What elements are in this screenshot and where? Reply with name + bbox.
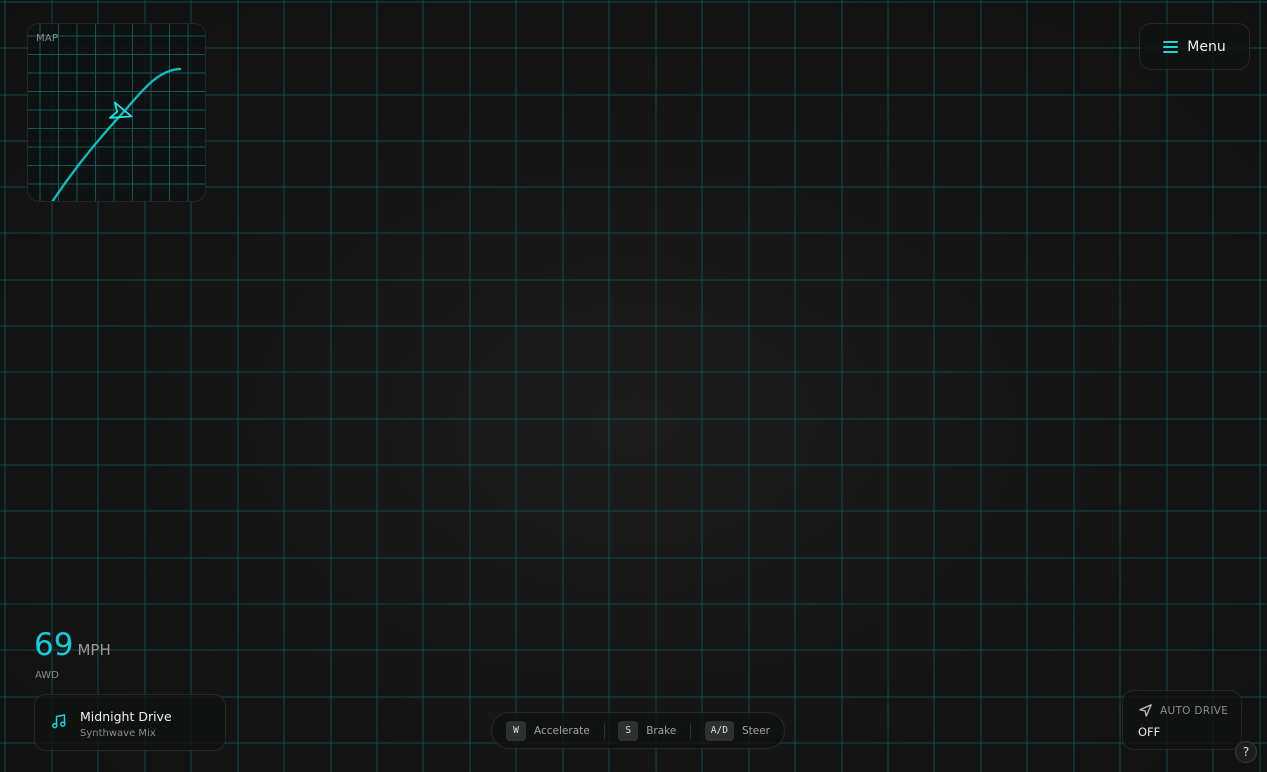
drive-mode: AWD (35, 670, 59, 681)
speed-value: 69 (34, 627, 74, 663)
auto-drive-state: OFF (1138, 725, 1161, 739)
music-note-icon (52, 714, 66, 729)
minimap-label: MAP (36, 33, 59, 44)
help-button[interactable]: ? (1235, 741, 1257, 763)
key-w: W (506, 720, 526, 741)
control-accelerate: W Accelerate (506, 720, 590, 741)
key-s: S (618, 720, 639, 741)
control-steer: A/D Steer (704, 720, 770, 741)
game-viewport[interactable]: MAP Menu 69 MPH AWD Midnight Drive Synthw… (0, 0, 1267, 772)
auto-drive-label: AUTO DRIVE (1160, 705, 1229, 717)
track-title: Midnight Drive (80, 709, 172, 724)
minimap-canvas (28, 24, 205, 201)
minimap: MAP (27, 23, 206, 202)
minimap-route (51, 67, 182, 201)
menu-button[interactable]: Menu (1139, 23, 1250, 70)
control-label: Brake (646, 724, 677, 737)
control-label: Steer (741, 724, 770, 737)
hamburger-icon (1163, 40, 1179, 53)
control-label: Accelerate (534, 724, 590, 737)
speedometer: 69 MPH AWD (34, 627, 111, 682)
controls-hint: W Accelerate S Brake A/D Steer (491, 712, 785, 749)
now-playing-panel[interactable]: Midnight Drive Synthwave Mix (34, 694, 226, 751)
control-brake: S Brake (618, 720, 677, 741)
key-a-d: A/D (704, 720, 734, 741)
menu-label: Menu (1187, 38, 1226, 55)
navigation-arrow-icon (1139, 704, 1152, 717)
track-subtitle: Synthwave Mix (80, 728, 156, 739)
auto-drive-toggle[interactable]: AUTO DRIVE OFF (1122, 690, 1242, 750)
speed-unit: MPH (77, 641, 111, 659)
